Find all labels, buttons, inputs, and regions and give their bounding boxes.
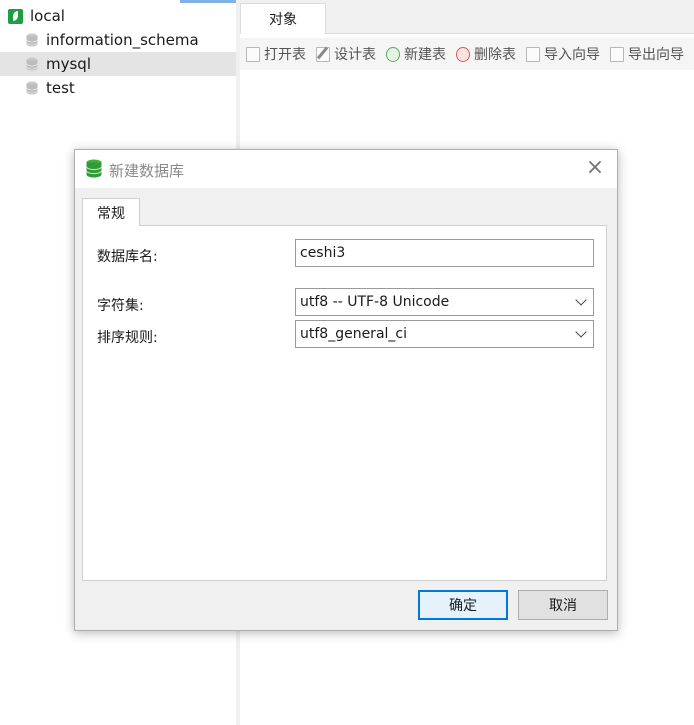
chevron-down-icon <box>575 326 587 338</box>
database-icon <box>26 57 38 71</box>
tree-connection-local[interactable]: local <box>0 4 236 28</box>
tab-objects[interactable]: 对象 <box>240 3 326 34</box>
add-table-icon <box>386 46 400 62</box>
export-icon <box>610 46 624 62</box>
database-icon <box>26 33 38 47</box>
design-table-button[interactable]: 设计表 <box>316 44 376 64</box>
object-toolbar: 打开表 设计表 新建表 删除表 导入向导 导出向导 <box>240 38 694 70</box>
dialog-titlebar[interactable]: 新建数据库 × <box>75 150 617 188</box>
import-icon <box>526 46 540 62</box>
collation-value: utf8_general_ci <box>300 326 407 342</box>
design-table-icon <box>316 46 330 62</box>
close-icon[interactable]: × <box>585 157 605 179</box>
design-table-label: 设计表 <box>334 47 376 63</box>
database-icon <box>26 81 38 95</box>
new-database-dialog: 新建数据库 × 常规 数据库名: 字符集: utf8 -- UTF-8 Unic… <box>74 149 618 631</box>
ok-button[interactable]: 确定 <box>418 590 508 620</box>
import-wizard-button[interactable]: 导入向导 <box>526 44 600 64</box>
charset-label: 字符集: <box>97 298 144 314</box>
tab-general[interactable]: 常规 <box>82 198 140 226</box>
collation-label: 排序规则: <box>97 330 158 346</box>
general-tab-panel: 数据库名: 字符集: utf8 -- UTF-8 Unicode 排序规则: u… <box>82 225 607 581</box>
connection-label: local <box>30 7 65 25</box>
object-tab-bar: 对象 <box>240 0 694 34</box>
db-name-label: 数据库名: <box>97 249 158 265</box>
database-icon <box>85 159 103 178</box>
new-table-button[interactable]: 新建表 <box>386 44 446 64</box>
export-wizard-button[interactable]: 导出向导 <box>610 44 684 64</box>
delete-table-label: 删除表 <box>474 47 516 63</box>
charset-value: utf8 -- UTF-8 Unicode <box>300 294 450 310</box>
open-table-button[interactable]: 打开表 <box>246 44 306 64</box>
mysql-connection-icon <box>8 8 23 24</box>
new-table-label: 新建表 <box>404 47 446 63</box>
delete-table-icon <box>456 46 470 62</box>
tree-db-information-schema[interactable]: information_schema <box>0 28 236 52</box>
open-table-label: 打开表 <box>264 47 306 63</box>
export-wizard-label: 导出向导 <box>628 47 684 63</box>
open-table-icon <box>246 46 260 62</box>
dialog-title: 新建数据库 <box>109 162 185 180</box>
tree-db-test[interactable]: test <box>0 76 236 100</box>
import-wizard-label: 导入向导 <box>544 47 600 63</box>
database-label: test <box>46 79 75 97</box>
database-label: information_schema <box>46 31 199 49</box>
chevron-down-icon <box>575 294 587 306</box>
cancel-button[interactable]: 取消 <box>518 590 608 620</box>
tree-db-mysql[interactable]: mysql <box>0 52 236 76</box>
database-label: mysql <box>46 55 91 73</box>
db-name-input[interactable] <box>295 239 594 267</box>
charset-select[interactable]: utf8 -- UTF-8 Unicode <box>295 288 594 316</box>
delete-table-button[interactable]: 删除表 <box>456 44 516 64</box>
collation-select[interactable]: utf8_general_ci <box>295 320 594 348</box>
